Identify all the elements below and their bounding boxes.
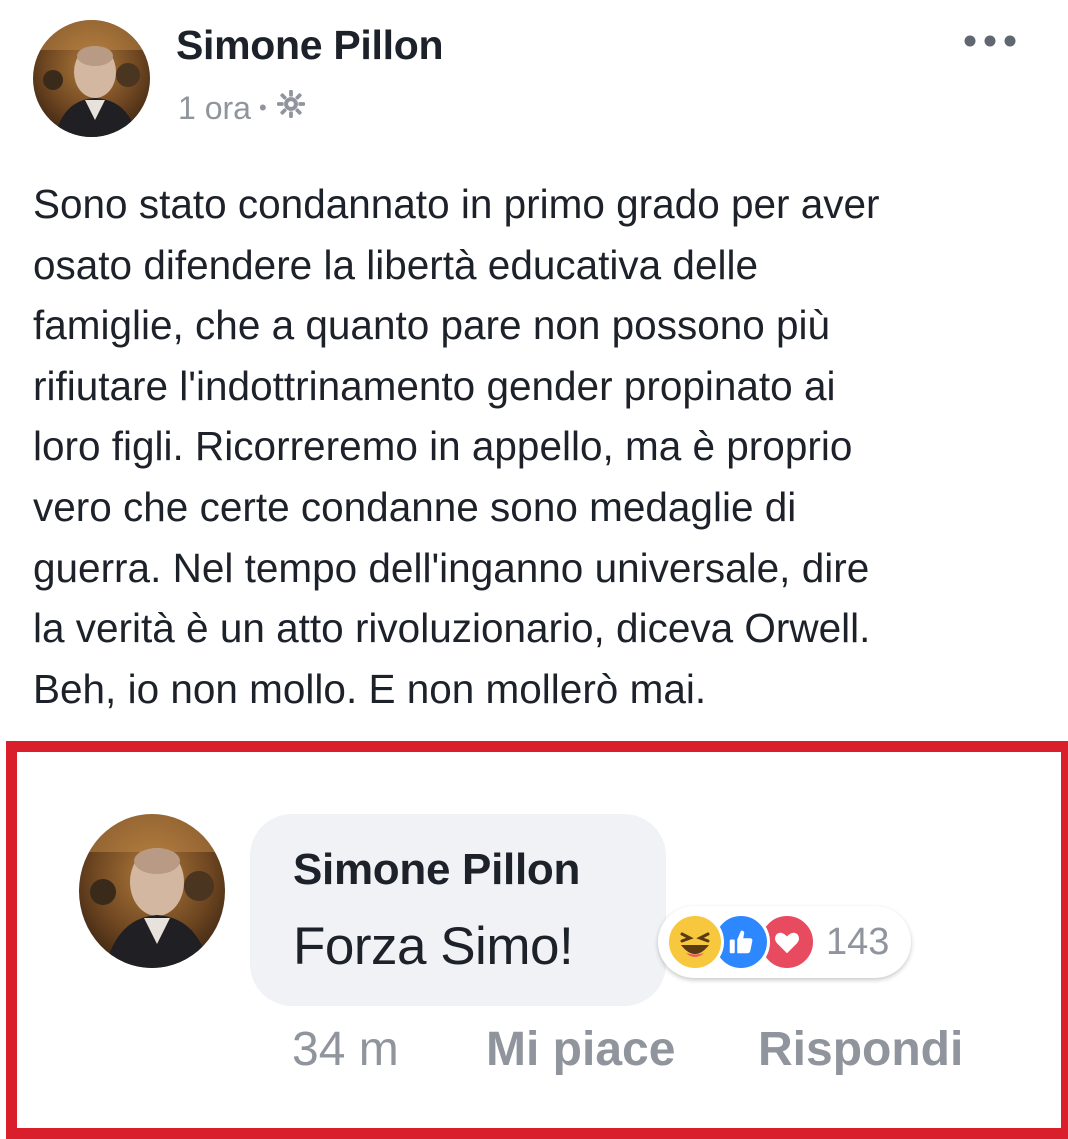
gear-icon[interactable] [275,88,307,128]
more-options-icon [962,34,1018,53]
post-text-line: rifiutare l'indottrinamento gender propi… [33,362,836,409]
post-text: Sono stato condannato in primo grado per… [33,174,1043,719]
post-text-line: vero che certe condanne sono medaglie di [33,483,797,530]
like-comment-link[interactable]: Mi piace [486,1022,675,1077]
post-text-line: famiglie, che a quanto pare non possono … [33,302,831,349]
post-text-line: Beh, io non mollo. E non mollerò mai. [33,665,707,712]
comment-bubble [250,814,666,1006]
post-author-avatar[interactable] [33,20,150,137]
post-timestamp[interactable]: 1 ora [178,90,251,127]
comment-author-avatar[interactable] [79,814,225,968]
comment-author-name[interactable]: Simone Pillon [293,845,580,895]
comment-timestamp[interactable]: 34 m [292,1022,399,1077]
post-text-line: osato difendere la libertà educativa del… [33,241,758,288]
comment-text: Forza Simo! [293,917,574,976]
reactions-summary[interactable]: 143 [658,906,912,978]
meta-separator: • [258,95,267,120]
haha-reaction-icon [666,913,724,971]
post-text-line: la verità è un atto rivoluzionario, dice… [33,605,871,652]
reply-comment-link[interactable]: Rispondi [758,1022,963,1077]
post-text-line: loro figli. Ricorreremo in appello, ma è… [33,423,853,470]
post-text-line: guerra. Nel tempo dell'inganno universal… [33,544,870,591]
post-text-line: Sono stato condannato in primo grado per… [33,181,880,227]
more-options-button[interactable] [958,28,1022,58]
post-author-name[interactable]: Simone Pillon [176,22,443,69]
post-meta: 1 ora • [178,88,307,128]
reaction-count: 143 [826,920,890,963]
